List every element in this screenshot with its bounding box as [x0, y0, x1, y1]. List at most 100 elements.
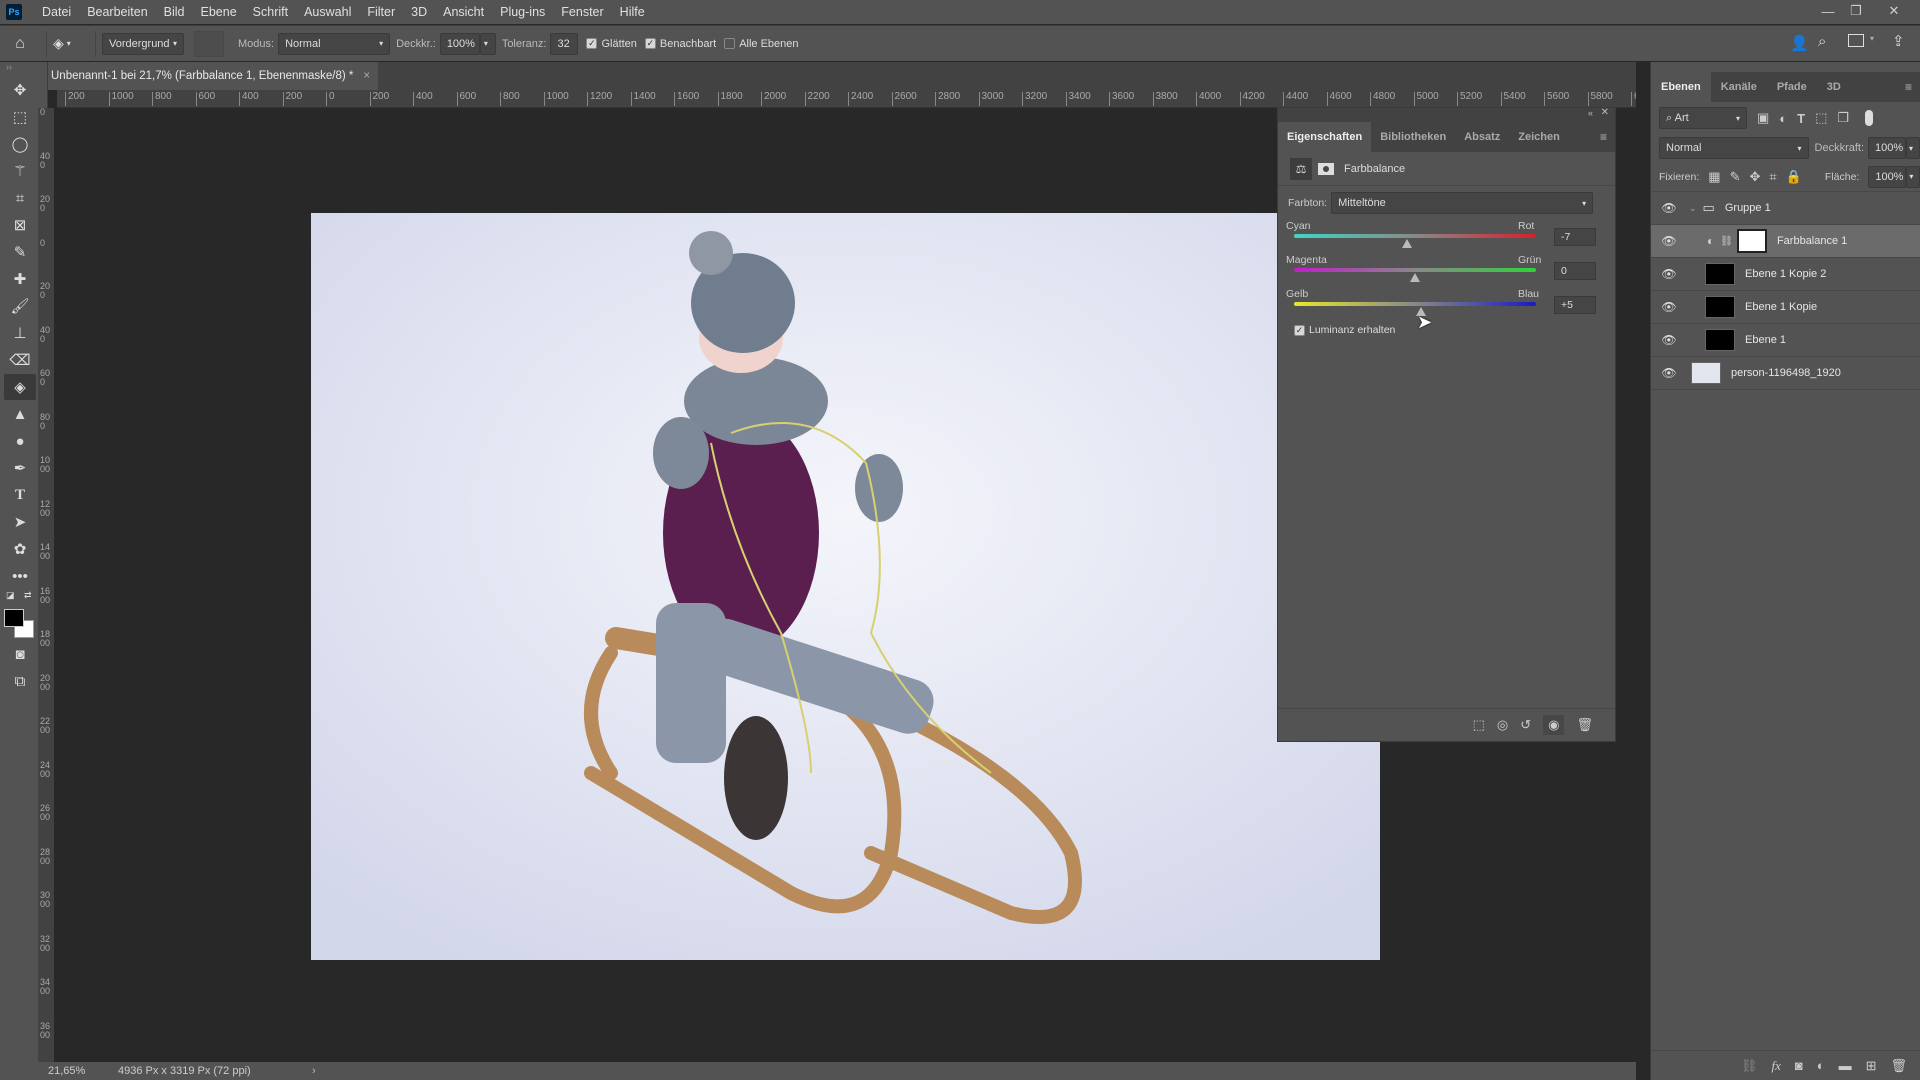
slider-value-input[interactable]: +5: [1554, 296, 1596, 314]
tab-eigenschaften[interactable]: Eigenschaften: [1278, 122, 1372, 152]
new-group-icon[interactable]: ▬: [1839, 1058, 1852, 1073]
delete-layer-icon[interactable]: 🗑: [1890, 1058, 1907, 1074]
link-icon[interactable]: ⛓: [1720, 236, 1733, 247]
layer-mask-thumbnail[interactable]: [1736, 229, 1767, 253]
layer-filter-dropdown[interactable]: ⌕ Art ▾: [1659, 107, 1747, 129]
share-user-icon[interactable]: 👤: [1790, 34, 1809, 52]
menu-bearbeiten[interactable]: Bearbeiten: [79, 5, 155, 19]
menu-schrift[interactable]: Schrift: [245, 5, 296, 19]
dodge-tool-icon[interactable]: ●: [4, 428, 36, 454]
fill-source-dropdown[interactable]: Vordergrund ▾: [102, 32, 184, 55]
chevron-down-icon[interactable]: ⌄: [1689, 203, 1697, 214]
eye-icon[interactable]: 👁: [1655, 300, 1683, 314]
status-menu-arrow[interactable]: ›: [312, 1065, 316, 1077]
lock-pixels-icon[interactable]: ✎: [1730, 169, 1741, 185]
paint-bucket-tool-preset[interactable]: ◈ ▾: [53, 35, 89, 52]
eye-icon[interactable]: 👁: [1655, 201, 1683, 215]
menu-bild[interactable]: Bild: [156, 5, 193, 19]
default-colors-icon[interactable]: ◪: [6, 590, 15, 601]
marquee-tool-icon[interactable]: ⬚: [4, 104, 36, 130]
home-icon[interactable]: ⌂: [0, 35, 40, 53]
eyedropper-tool-icon[interactable]: ✎: [4, 239, 36, 265]
layer-row[interactable]: 👁 Ebene 1 Kopie: [1651, 291, 1920, 324]
filter-pixel-icon[interactable]: ▣: [1757, 110, 1769, 126]
chevron-down-icon[interactable]: ▾: [1870, 34, 1874, 43]
view-previous-state-icon[interactable]: ◎: [1497, 717, 1508, 733]
tab-kanaele[interactable]: Kanäle: [1711, 72, 1767, 102]
shape-tool-icon[interactable]: ✿: [4, 536, 36, 562]
eye-icon[interactable]: 👁: [1655, 366, 1683, 380]
tab-absatz[interactable]: Absatz: [1455, 122, 1509, 152]
close-window-button[interactable]: ✕: [1880, 0, 1908, 22]
filter-smart-object-icon[interactable]: ❐: [1837, 110, 1849, 126]
eraser-tool-icon[interactable]: ⌫: [4, 347, 36, 373]
reset-icon[interactable]: ↺: [1520, 717, 1531, 733]
panel-menu-icon[interactable]: ≡: [1592, 122, 1615, 152]
close-panel-icon[interactable]: ✕: [1601, 107, 1609, 118]
preserve-luminosity-checkbox[interactable]: ✓ Luminanz erhalten: [1278, 324, 1615, 336]
layer-row-adjustment[interactable]: 👁 ◐ ⛓ Farbbalance 1: [1651, 225, 1920, 258]
tab-ebenen[interactable]: Ebenen: [1651, 72, 1711, 102]
close-tab-icon[interactable]: ×: [363, 70, 370, 82]
document-tab[interactable]: Unbenannt-1 bei 21,7% (Farbbalance 1, Eb…: [48, 62, 378, 90]
add-mask-icon[interactable]: ◙: [1795, 1058, 1803, 1073]
mask-icon[interactable]: [1318, 162, 1334, 175]
fx-icon[interactable]: fx: [1771, 1058, 1780, 1074]
swap-colors-icon[interactable]: ⇄: [24, 590, 32, 601]
zoom-level[interactable]: 21,65%: [48, 1065, 106, 1077]
pen-tool-icon[interactable]: ✒: [4, 455, 36, 481]
frame-tool-icon[interactable]: ⊠: [4, 212, 36, 238]
delete-icon[interactable]: 🗑: [1576, 717, 1593, 733]
type-tool-icon[interactable]: T: [4, 482, 36, 508]
toggle-visibility-icon[interactable]: ◉: [1543, 715, 1565, 735]
menu-filter[interactable]: Filter: [359, 5, 403, 19]
pattern-swatch[interactable]: [194, 30, 224, 57]
lock-artboard-icon[interactable]: ⌗: [1769, 169, 1776, 185]
new-adjustment-icon[interactable]: ◐: [1817, 1058, 1825, 1073]
tab-pfade[interactable]: Pfade: [1767, 72, 1817, 102]
collapse-panel-icon[interactable]: «: [1588, 108, 1593, 118]
sharpen-tool-icon[interactable]: ▲: [4, 401, 36, 427]
tab-3d[interactable]: 3D: [1817, 72, 1851, 102]
document-image[interactable]: [311, 213, 1380, 960]
slider-value-input[interactable]: 0: [1554, 262, 1596, 280]
menu-auswahl[interactable]: Auswahl: [296, 5, 359, 19]
eye-icon[interactable]: 👁: [1655, 234, 1683, 248]
slider-track[interactable]: [1294, 268, 1536, 272]
crop-tool-icon[interactable]: ⌗: [4, 185, 36, 211]
slider-thumb[interactable]: [1401, 239, 1412, 248]
slider-track[interactable]: [1294, 302, 1536, 306]
slider-track[interactable]: [1294, 234, 1536, 238]
filter-toggle[interactable]: [1865, 110, 1874, 126]
filter-shape-icon[interactable]: ⬚: [1815, 110, 1827, 126]
menu-plugins[interactable]: Plug-ins: [492, 5, 553, 19]
opacity-input[interactable]: 100%: [439, 32, 480, 55]
lock-position-icon[interactable]: ✥: [1749, 169, 1760, 185]
slider-thumb[interactable]: [1410, 273, 1420, 282]
color-balance-icon[interactable]: ⚖: [1290, 157, 1312, 180]
tab-bibliotheken[interactable]: Bibliotheken: [1371, 122, 1455, 152]
opacity-dropdown-button[interactable]: ▾: [479, 32, 496, 55]
eye-icon[interactable]: 👁: [1655, 333, 1683, 347]
antialias-checkbox[interactable]: ✓ Glätten: [586, 38, 637, 50]
path-selection-tool-icon[interactable]: ➤: [4, 509, 36, 535]
contiguous-checkbox[interactable]: ✓ Benachbart: [644, 38, 716, 50]
layer-opacity-dropdown[interactable]: ▾: [1906, 137, 1920, 159]
color-slider[interactable]: Gelb Blau +5: [1286, 288, 1607, 322]
filter-adjustment-icon[interactable]: ◐: [1779, 111, 1787, 126]
all-layers-checkbox[interactable]: Alle Ebenen: [724, 38, 799, 50]
move-tool-icon[interactable]: ✥: [4, 77, 36, 103]
stamp-tool-icon[interactable]: ⊥: [4, 320, 36, 346]
panel-menu-icon[interactable]: ≡: [1897, 72, 1920, 102]
lock-all-icon[interactable]: 🔒: [1786, 169, 1802, 185]
layer-row[interactable]: 👁 person-1196498_1920: [1651, 357, 1920, 390]
minimize-button[interactable]: —: [1814, 0, 1842, 22]
lock-transparency-icon[interactable]: ▦: [1708, 169, 1720, 185]
filter-type-icon[interactable]: T: [1797, 111, 1805, 126]
menu-hilfe[interactable]: Hilfe: [612, 5, 653, 19]
fill-input[interactable]: 100%: [1868, 165, 1907, 188]
share-icon[interactable]: ⇪: [1892, 32, 1905, 50]
layer-row-group[interactable]: 👁 ⌄ ▭ Gruppe 1: [1651, 192, 1920, 225]
mode-dropdown[interactable]: Normal ▾: [278, 32, 391, 55]
screen-mode-icon[interactable]: ⧉: [4, 668, 36, 694]
